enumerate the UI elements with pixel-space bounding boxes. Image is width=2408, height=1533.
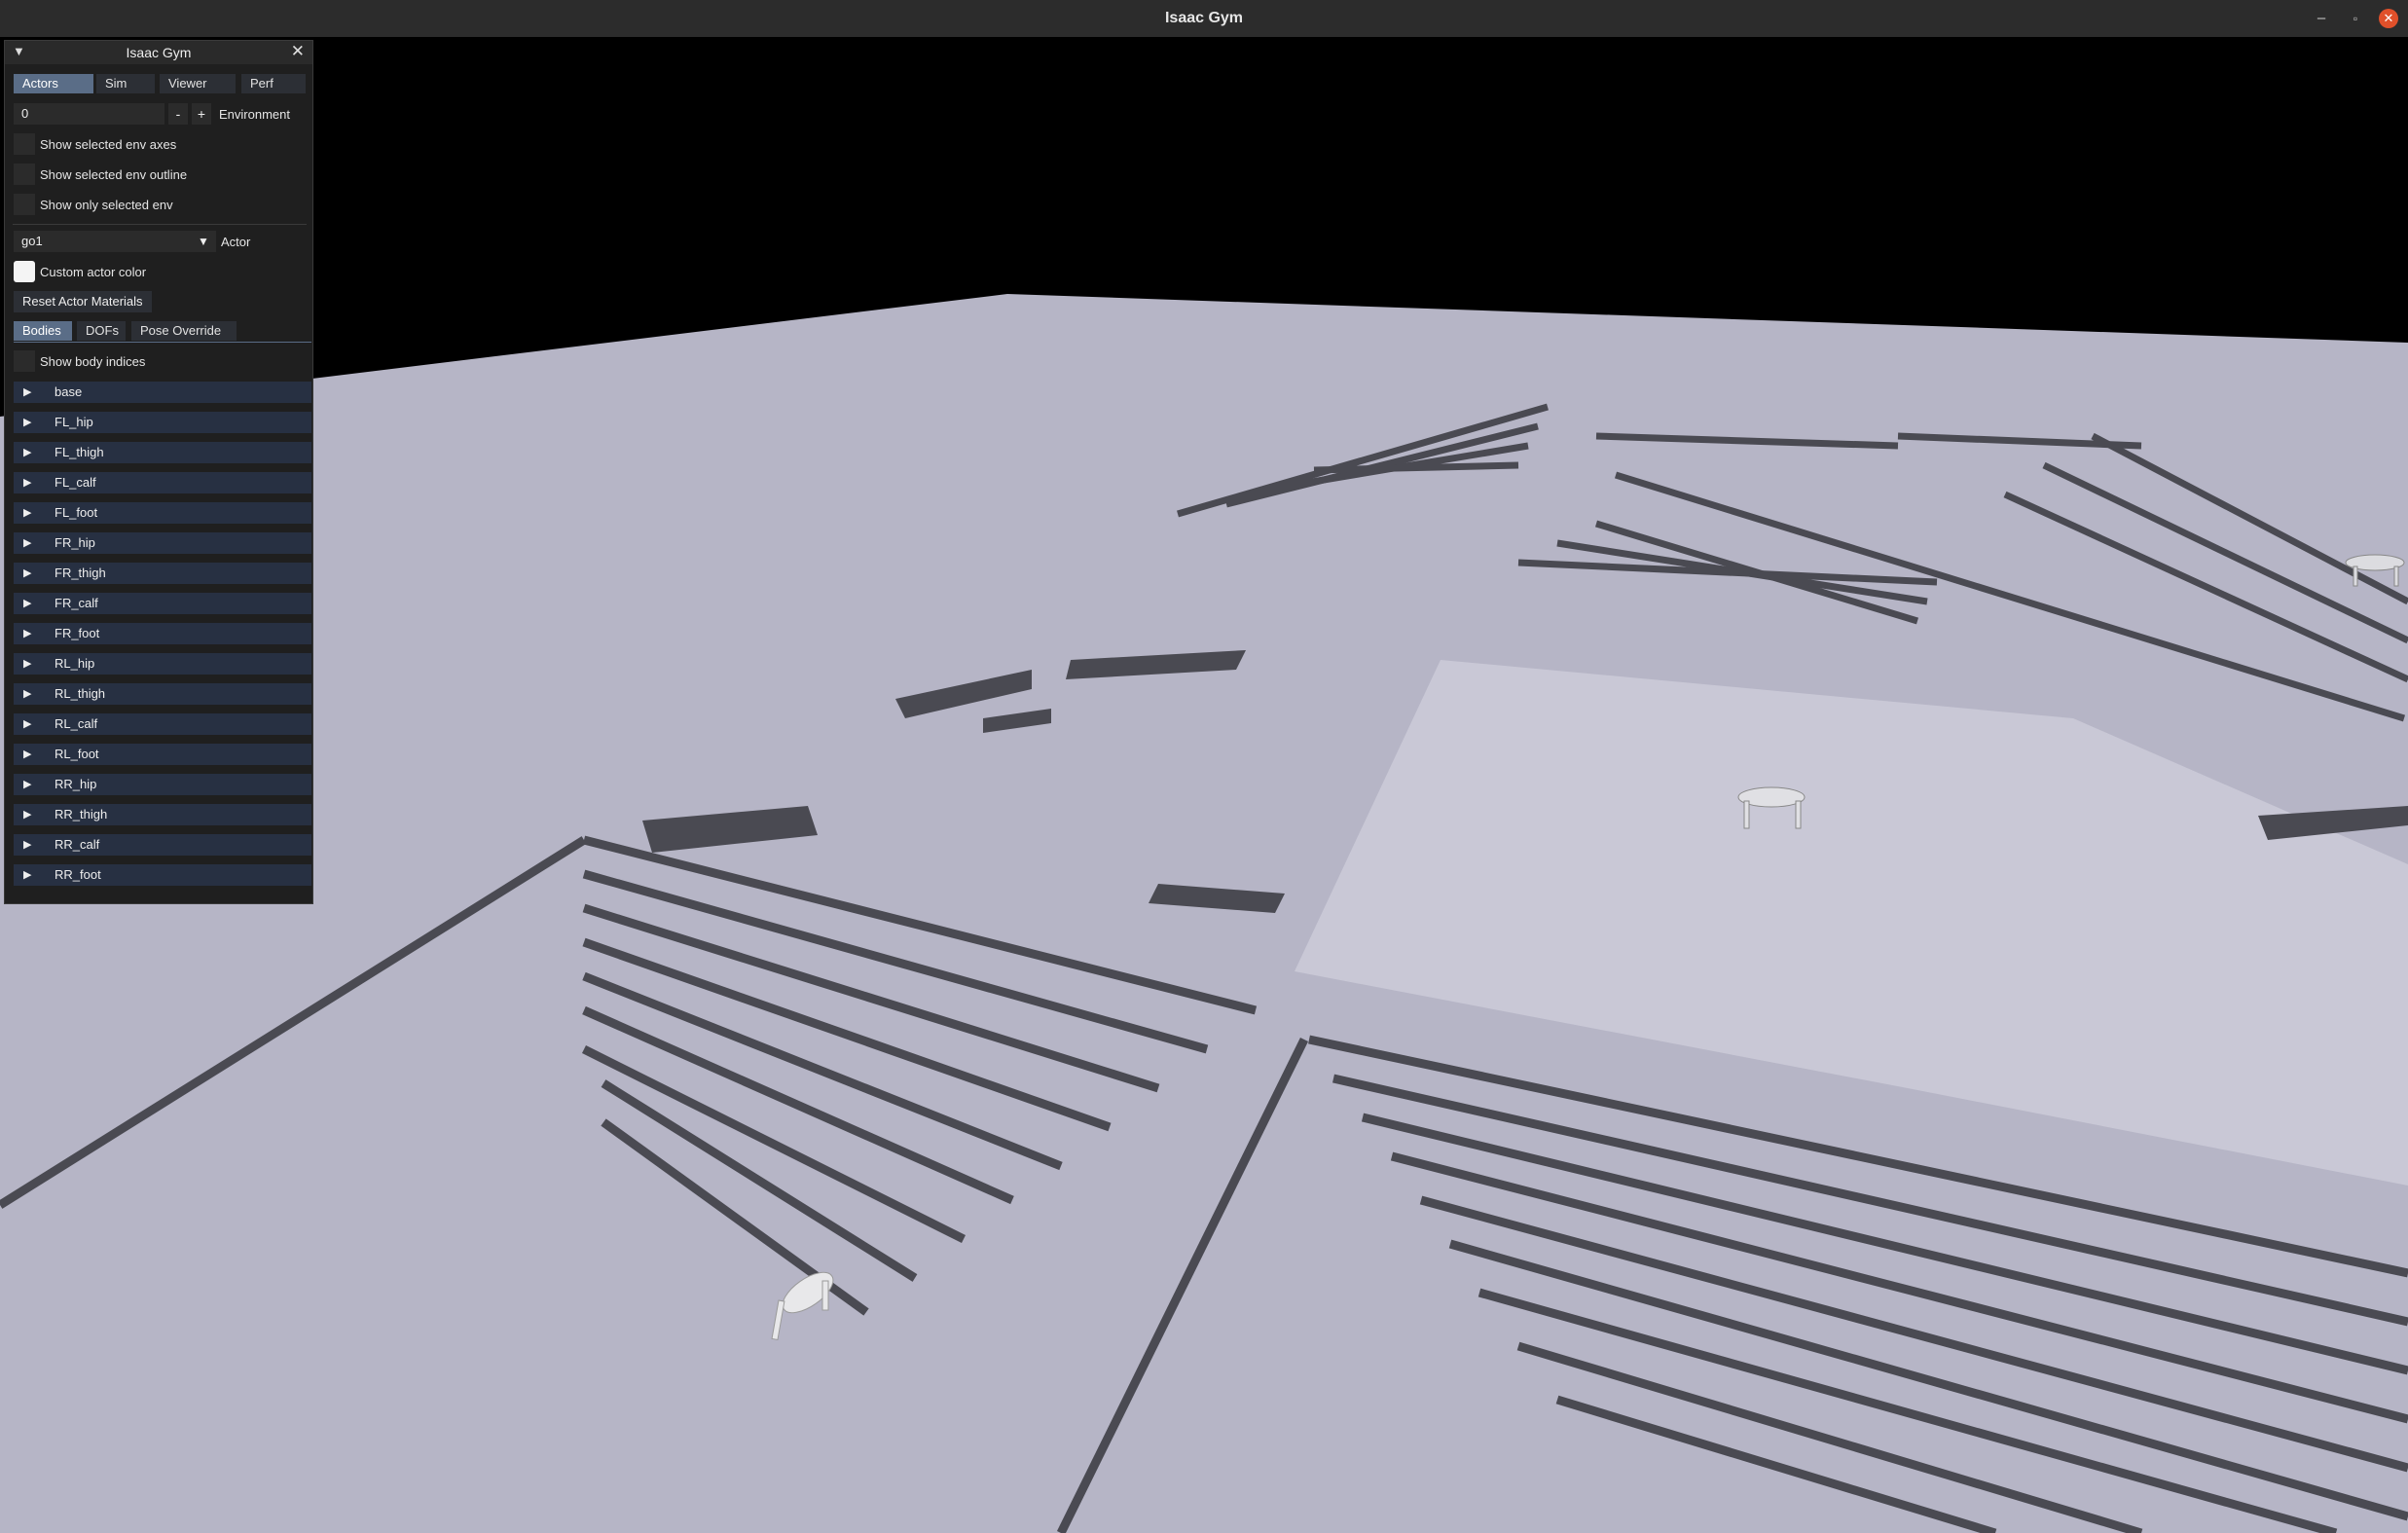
tree-item-fl-calf[interactable]: ▶ FL_calf: [14, 472, 311, 493]
tree-item-label: FL_hip: [55, 415, 93, 429]
subtab-underline: [14, 342, 311, 343]
expand-triangle-icon: ▶: [23, 447, 32, 458]
expand-triangle-icon: ▶: [23, 598, 32, 609]
tree-item-label: FR_thigh: [55, 566, 106, 580]
show-env-outline-checkbox[interactable]: [14, 164, 35, 185]
tree-item-label: FR_hip: [55, 535, 95, 550]
tree-item-label: RL_calf: [55, 716, 98, 731]
tree-item-label: RR_hip: [55, 777, 97, 791]
tree-item-label: base: [55, 384, 83, 399]
panel-title: Isaac Gym: [126, 45, 192, 60]
tree-item-rl-foot[interactable]: ▶ RL_foot: [14, 744, 311, 765]
expand-triangle-icon: ▶: [23, 507, 32, 519]
expand-triangle-icon: ▶: [23, 477, 32, 489]
tab-actors[interactable]: Actors: [14, 74, 93, 93]
terrain-scene: [0, 294, 2408, 1533]
expand-triangle-icon: ▶: [23, 718, 32, 730]
tree-item-rl-thigh[interactable]: ▶ RL_thigh: [14, 683, 311, 705]
tree-item-label: FL_thigh: [55, 445, 104, 459]
tree-item-rl-calf[interactable]: ▶ RL_calf: [14, 713, 311, 735]
tree-item-label: RR_foot: [55, 867, 101, 882]
expand-triangle-icon: ▶: [23, 869, 32, 881]
tree-item-label: RL_foot: [55, 747, 99, 761]
tree-item-label: RL_hip: [55, 656, 95, 671]
environment-decrement-button[interactable]: -: [168, 103, 188, 125]
panel-header: ▼ Isaac Gym ✕: [5, 41, 312, 64]
custom-actor-color-label: Custom actor color: [40, 265, 147, 279]
expand-triangle-icon: ▶: [23, 809, 32, 821]
show-env-axes-checkbox[interactable]: [14, 133, 35, 155]
minimize-button[interactable]: –: [2312, 9, 2331, 28]
environment-increment-button[interactable]: +: [192, 103, 211, 125]
show-only-selected-env-checkbox[interactable]: [14, 194, 35, 215]
expand-triangle-icon: ▶: [23, 839, 32, 851]
tree-item-rl-hip[interactable]: ▶ RL_hip: [14, 653, 311, 675]
tree-item-fl-thigh[interactable]: ▶ FL_thigh: [14, 442, 311, 463]
tree-item-rr-foot[interactable]: ▶ RR_foot: [14, 864, 311, 886]
tab-dofs[interactable]: DOFs: [77, 321, 126, 341]
tree-item-label: FL_foot: [55, 505, 98, 520]
tab-perf[interactable]: Perf: [241, 74, 306, 93]
expand-triangle-icon: ▶: [23, 779, 32, 790]
isaac-gym-panel: ▼ Isaac Gym ✕ Actors Sim Viewer Perf 0 -…: [4, 40, 313, 904]
show-body-indices-label: Show body indices: [40, 354, 146, 369]
tree-item-base[interactable]: ▶ base: [14, 382, 311, 403]
separator: [13, 224, 307, 225]
tab-sim[interactable]: Sim: [96, 74, 155, 93]
chevron-down-icon[interactable]: ▼: [198, 235, 209, 248]
tree-item-fl-hip[interactable]: ▶ FL_hip: [14, 412, 311, 433]
tree-item-fr-calf[interactable]: ▶ FR_calf: [14, 593, 311, 614]
maximize-button[interactable]: ▫: [2346, 9, 2365, 28]
environment-label: Environment: [219, 107, 290, 122]
expand-triangle-icon: ▶: [23, 628, 32, 639]
tree-item-label: RR_calf: [55, 837, 100, 852]
show-body-indices-checkbox[interactable]: [14, 350, 35, 372]
tab-viewer[interactable]: Viewer: [160, 74, 236, 93]
tab-pose-override[interactable]: Pose Override: [131, 321, 237, 341]
simulation-viewport[interactable]: [0, 37, 2408, 1533]
tab-bodies[interactable]: Bodies: [14, 321, 72, 341]
panel-close-icon[interactable]: ✕: [291, 42, 305, 61]
custom-actor-color-swatch[interactable]: [14, 261, 35, 282]
tree-item-rr-calf[interactable]: ▶ RR_calf: [14, 834, 311, 856]
expand-triangle-icon: ▶: [23, 658, 32, 670]
expand-triangle-icon: ▶: [23, 417, 32, 428]
tree-item-fr-foot[interactable]: ▶ FR_foot: [14, 623, 311, 644]
tree-item-fr-hip[interactable]: ▶ FR_hip: [14, 532, 311, 554]
show-only-selected-env-label: Show only selected env: [40, 198, 173, 212]
show-env-axes-label: Show selected env axes: [40, 137, 177, 152]
tree-item-rr-hip[interactable]: ▶ RR_hip: [14, 774, 311, 795]
tree-item-label: FL_calf: [55, 475, 96, 490]
expand-triangle-icon: ▶: [23, 537, 32, 549]
tree-item-label: FR_foot: [55, 626, 100, 640]
window-titlebar: Isaac Gym – ▫ ✕: [0, 0, 2408, 38]
reset-actor-materials-button[interactable]: Reset Actor Materials: [14, 291, 152, 312]
window-title: Isaac Gym: [1164, 10, 1244, 26]
tree-item-fr-thigh[interactable]: ▶ FR_thigh: [14, 563, 311, 584]
actor-select[interactable]: go1: [14, 231, 216, 252]
close-window-button[interactable]: ✕: [2379, 9, 2398, 28]
environment-input[interactable]: 0: [14, 103, 164, 125]
expand-triangle-icon: ▶: [23, 688, 32, 700]
actor-label: Actor: [221, 235, 251, 249]
expand-triangle-icon: ▶: [23, 567, 32, 579]
tree-item-label: FR_calf: [55, 596, 98, 610]
tree-item-fl-foot[interactable]: ▶ FL_foot: [14, 502, 311, 524]
expand-triangle-icon: ▶: [23, 386, 32, 398]
tree-item-label: RR_thigh: [55, 807, 108, 821]
expand-triangle-icon: ▶: [23, 748, 32, 760]
tree-item-rr-thigh[interactable]: ▶ RR_thigh: [14, 804, 311, 825]
tree-item-label: RL_thigh: [55, 686, 106, 701]
show-env-outline-label: Show selected env outline: [40, 167, 188, 182]
